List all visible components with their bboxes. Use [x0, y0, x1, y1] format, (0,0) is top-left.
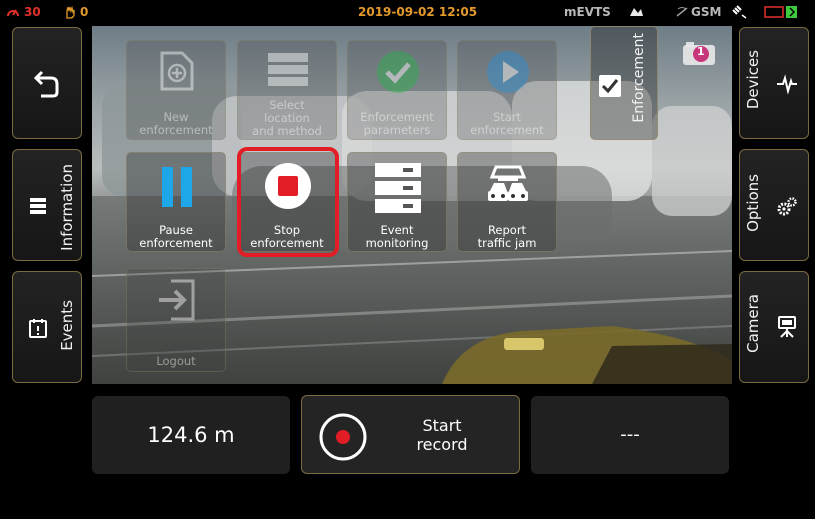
record-icon [319, 413, 367, 461]
start-enforcement-tile[interactable]: Start enforcement [457, 40, 557, 140]
camera-snapshot-indicator: 1 [682, 40, 716, 70]
distance-value: 124.6 m [147, 423, 235, 447]
back-button[interactable] [12, 27, 82, 139]
third-display: --- [531, 396, 729, 474]
check-icon [601, 79, 619, 94]
camera-button[interactable]: Camera [739, 271, 809, 383]
select-location-tile[interactable]: Select location and method [237, 40, 337, 140]
options-button[interactable]: Options [739, 149, 809, 261]
options-label: Options [744, 174, 762, 232]
pause-icon [162, 167, 192, 207]
check-circle-icon [377, 51, 419, 93]
server-stack-icon [375, 163, 421, 213]
information-button[interactable]: Information [12, 149, 82, 261]
events-label: Events [58, 300, 76, 351]
enforcement-checkbox[interactable] [599, 75, 621, 97]
report-traffic-jam-tile[interactable]: Report traffic jam [457, 152, 557, 252]
third-value: --- [620, 424, 640, 445]
camera-tripod-icon [778, 316, 796, 338]
start-record-label: Start record [372, 416, 512, 454]
record-label-line2: record [416, 435, 468, 454]
devices-label: Devices [744, 50, 762, 110]
pulse-icon [777, 74, 797, 94]
gsm-indicator: GSM [675, 5, 721, 19]
enforcement-label: Enforcement [631, 33, 647, 123]
distance-display: 124.6 m [92, 396, 290, 474]
camera-label: Camera [744, 294, 762, 353]
event-monitoring-tile[interactable]: Event monitoring [347, 152, 447, 252]
new-enforcement-tile[interactable]: New enforcement [126, 40, 226, 140]
tile-label-line2: enforcement [139, 236, 213, 250]
information-label: Information [58, 164, 76, 251]
tile-label-line2: monitoring [365, 236, 429, 250]
logout-tile[interactable]: Logout [126, 268, 226, 372]
tile-label-line2: traffic jam [477, 236, 537, 250]
tile-label-line3: and method [252, 124, 322, 138]
calendar-alert-icon [29, 319, 47, 338]
camera-view: Enforcement 1 New enforcement Select loc… [92, 26, 732, 384]
tile-label-line1: Logout [156, 354, 196, 368]
list-icon [268, 53, 308, 86]
hand-indicator: 0 [64, 5, 88, 19]
gears-icon [777, 197, 797, 216]
datetime: 2019-09-02 12:05 [358, 5, 478, 19]
cars-icon [488, 165, 528, 201]
enforcement-tab[interactable]: Enforcement [590, 26, 658, 140]
devices-button[interactable]: Devices [739, 27, 809, 139]
tile-label-line2: enforcement [139, 123, 213, 137]
status-bar: 30 0 2019-09-02 12:05 mEVTS GSM [0, 0, 815, 24]
satellite-icon [732, 5, 748, 19]
hand-off-icon [628, 5, 644, 18]
stop-enforcement-highlight [237, 147, 339, 257]
hand-value: 0 [80, 5, 89, 19]
no-signal-icon [676, 7, 688, 17]
battery-icon [764, 5, 802, 19]
speedometer-icon [7, 9, 19, 17]
tile-label-line2: parameters [363, 123, 431, 137]
plus-document-icon [160, 51, 194, 91]
camera-badge-number: 1 [697, 45, 705, 58]
enforcement-parameters-tile[interactable]: Enforcement parameters [347, 40, 447, 140]
start-record-button[interactable]: Start record [301, 395, 520, 474]
network-label: GSM [691, 5, 722, 19]
record-label-line1: Start [422, 416, 462, 435]
tile-label-line2: enforcement [470, 123, 544, 137]
information-list-icon [30, 198, 46, 214]
logout-icon [159, 279, 195, 321]
speed-value: 30 [24, 5, 41, 19]
mode-label: mEVTS [564, 5, 611, 19]
events-button[interactable]: Events [12, 271, 82, 383]
speed-indicator: 30 [6, 5, 41, 19]
back-arrow-icon [33, 70, 59, 98]
play-circle-icon [487, 51, 529, 93]
pause-enforcement-tile[interactable]: Pause enforcement [126, 152, 226, 252]
hand-icon [66, 5, 75, 19]
